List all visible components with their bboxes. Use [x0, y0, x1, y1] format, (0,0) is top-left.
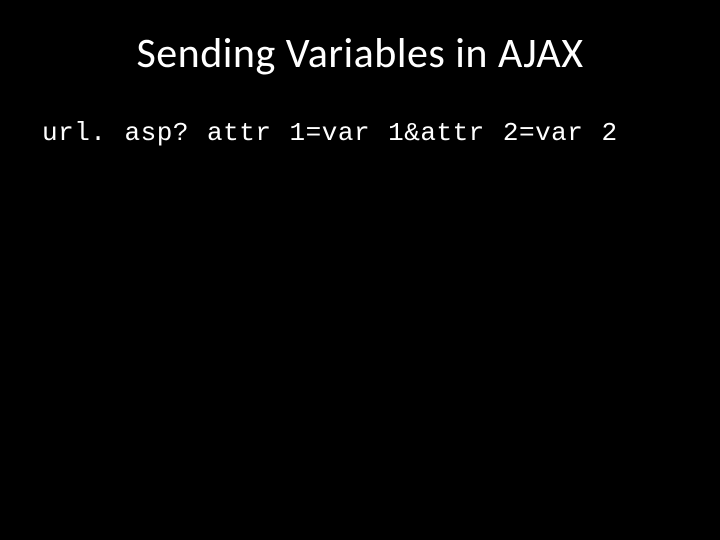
- slide-container: Sending Variables in AJAX url. asp? attr…: [0, 0, 720, 540]
- slide-title: Sending Variables in AJAX: [0, 0, 720, 79]
- code-example: url. asp? attr 1=var 1&attr 2=var 2: [42, 118, 618, 148]
